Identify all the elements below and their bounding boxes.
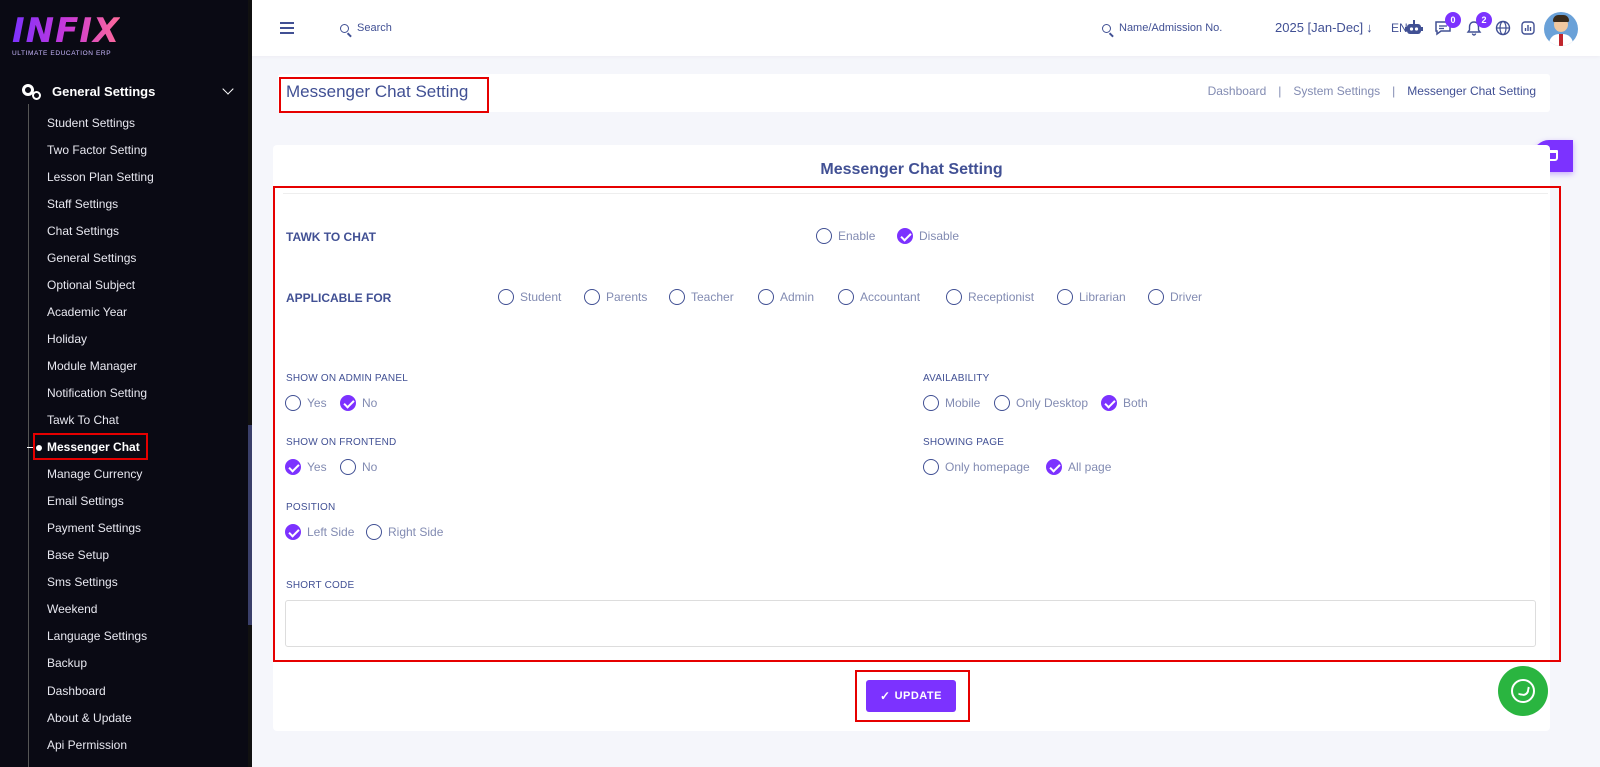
menu-search[interactable]: Search	[340, 18, 392, 38]
menu-tree-line	[28, 104, 29, 767]
avatar[interactable]	[1544, 12, 1578, 46]
highlight-box-page-title	[279, 77, 489, 113]
highlight-box-form	[273, 186, 1561, 662]
sidebar-item-manage-currency[interactable]: Manage Currency	[47, 461, 154, 488]
sidebar-item-holiday[interactable]: Holiday	[47, 325, 154, 352]
chevron-down-icon	[222, 83, 234, 95]
card-heading: Messenger Chat Setting	[820, 161, 1003, 178]
sidebar-item-about-update[interactable]: About & Update	[47, 704, 154, 731]
academic-year-select[interactable]: 2025 [Jan-Dec] ↓	[1275, 18, 1373, 38]
sidebar-scrollbar-thumb[interactable]	[248, 425, 252, 625]
logo-tagline: ULTIMATE EDUCATION ERP	[12, 50, 112, 57]
sidebar-item-optional-subject[interactable]: Optional Subject	[47, 271, 154, 298]
sidebar-item-base-setup[interactable]: Base Setup	[47, 542, 154, 569]
breadcrumb-separator: |	[1392, 84, 1396, 98]
sidebar-item-notification-setting[interactable]: Notification Setting	[47, 379, 154, 406]
sidebar-item-general-settings[interactable]: General Settings	[47, 244, 154, 271]
sidebar-item-module-manager[interactable]: Module Manager	[47, 352, 154, 379]
sidebar-item-api-permission[interactable]: Api Permission	[47, 731, 154, 758]
logo-text: INFIX	[12, 11, 121, 51]
sidebar-item-student-settings[interactable]: Student Settings	[47, 109, 154, 136]
search-icon	[1102, 23, 1111, 33]
menu-search-label: Search	[357, 22, 392, 34]
sidebar-item-staff-settings[interactable]: Staff Settings	[47, 190, 154, 217]
notification-badge: 2	[1476, 12, 1492, 28]
sidebar-group-general-settings[interactable]: General Settings	[22, 80, 238, 102]
chat-badge: 0	[1445, 12, 1461, 28]
sidebar-item-language-settings[interactable]: Language Settings	[47, 623, 154, 650]
sidebar-item-tawk-to-chat[interactable]: Tawk To Chat	[47, 407, 154, 434]
arrow-down-icon: ↓	[1366, 20, 1373, 35]
sidebar-item-backup[interactable]: Backup	[47, 650, 154, 677]
breadcrumb-system-settings[interactable]: System Settings	[1293, 84, 1380, 98]
breadcrumb-dashboard[interactable]: Dashboard	[1208, 84, 1267, 98]
sidebar: INFIX ULTIMATE EDUCATION ERP General Set…	[0, 0, 252, 767]
sidebar-item-sms-settings[interactable]: Sms Settings	[47, 569, 154, 596]
breadcrumb: Dashboard | System Settings | Messenger …	[1208, 84, 1536, 98]
sidebar-item-weekend[interactable]: Weekend	[47, 596, 154, 623]
breadcrumb-current[interactable]: Messenger Chat Setting	[1407, 84, 1536, 98]
report-icon[interactable]	[1518, 18, 1538, 38]
highlight-box-messenger-chat	[33, 433, 148, 460]
sidebar-item-dashboard[interactable]: Dashboard	[47, 677, 154, 704]
sidebar-item-payment-settings[interactable]: Payment Settings	[47, 515, 154, 542]
sidebar-group-label: General Settings	[52, 83, 156, 99]
whatsapp-icon	[1511, 679, 1535, 703]
robot-icon[interactable]	[1404, 18, 1424, 38]
gears-icon	[22, 82, 42, 100]
bell-icon[interactable]: 2	[1464, 12, 1492, 38]
admission-search-label: Name/Admission No.	[1119, 22, 1223, 34]
globe-icon[interactable]	[1493, 18, 1513, 38]
sidebar-scrollbar-track[interactable]	[248, 0, 252, 767]
highlight-box-update	[855, 670, 970, 722]
sidebar-item-email-settings[interactable]: Email Settings	[47, 488, 154, 515]
academic-year-value: 2025 [Jan-Dec]	[1275, 20, 1364, 35]
sidebar-item-lesson-plan-setting[interactable]: Lesson Plan Setting	[47, 163, 154, 190]
chat-icon[interactable]: 0	[1433, 12, 1461, 38]
sidebar-item-two-factor-setting[interactable]: Two Factor Setting	[47, 136, 154, 163]
breadcrumb-separator: |	[1278, 84, 1282, 98]
search-icon	[340, 23, 349, 33]
sidebar-item-chat-settings[interactable]: Chat Settings	[47, 217, 154, 244]
whatsapp-button[interactable]	[1498, 666, 1548, 716]
logo[interactable]: INFIX ULTIMATE EDUCATION ERP	[12, 14, 120, 57]
hamburger-menu-icon[interactable]	[280, 22, 294, 34]
admission-search[interactable]: Name/Admission No.	[1102, 18, 1222, 38]
sidebar-item-academic-year[interactable]: Academic Year	[47, 298, 154, 325]
top-bar: Search Name/Admission No. 2025 [Jan-Dec]…	[252, 0, 1600, 56]
